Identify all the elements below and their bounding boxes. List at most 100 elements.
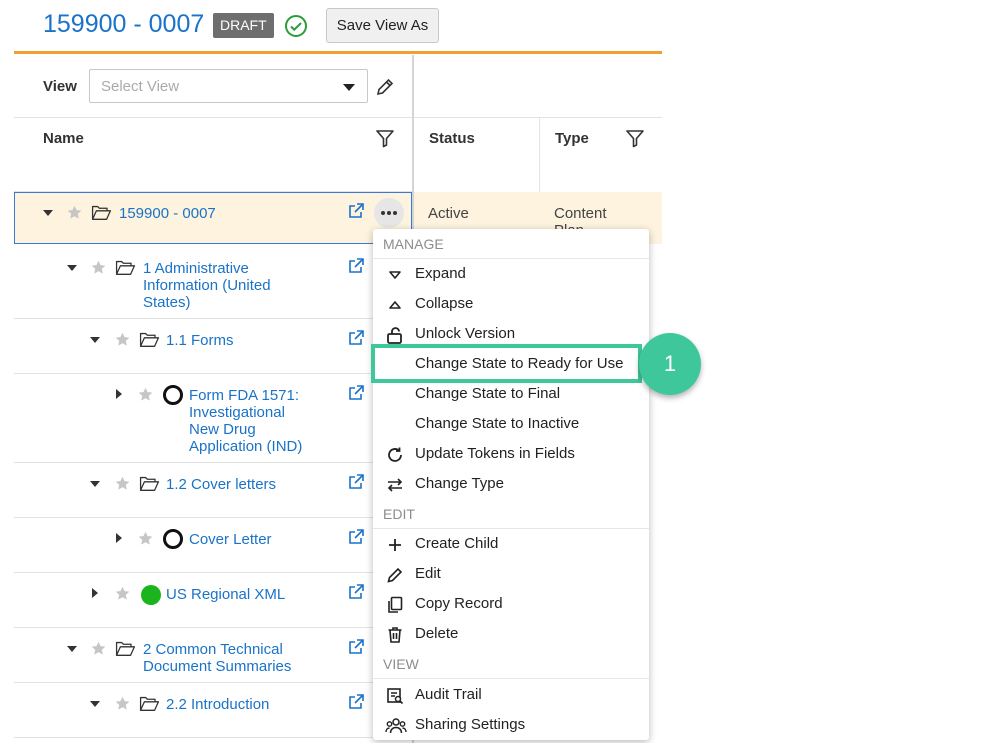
filter-icon[interactable]	[374, 127, 396, 149]
tree-node-label[interactable]: 159900 - 0007	[119, 205, 216, 222]
expand-toggle-icon[interactable]	[116, 389, 122, 399]
divider	[14, 682, 374, 683]
column-header-status[interactable]: Status	[429, 130, 475, 147]
document-status-icon	[141, 585, 161, 605]
pencil-icon	[387, 567, 403, 583]
folder-open-icon	[139, 332, 160, 347]
save-view-as-button[interactable]: Save View As	[326, 8, 439, 43]
divider	[14, 572, 374, 573]
menu-item-label: Audit Trail	[415, 686, 482, 703]
view-select-placeholder: Select View	[101, 78, 180, 95]
expand-icon	[389, 271, 401, 279]
menu-item-sharing-settings[interactable]: Sharing Settings	[373, 710, 649, 740]
expand-toggle-icon[interactable]	[92, 588, 98, 598]
menu-item-collapse[interactable]: Collapse	[373, 289, 649, 319]
divider	[14, 117, 412, 118]
collapse-toggle-icon[interactable]	[67, 265, 77, 271]
column-header-name[interactable]: Name	[43, 130, 84, 147]
star-icon[interactable]	[90, 640, 107, 657]
document-status-icon	[163, 385, 183, 405]
menu-item-label: Copy Record	[415, 595, 503, 612]
more-options-button[interactable]	[374, 198, 404, 228]
open-external-icon[interactable]	[347, 202, 365, 220]
star-icon[interactable]	[114, 585, 131, 602]
refresh-icon	[388, 447, 402, 462]
menu-item-update-tokens[interactable]: Update Tokens in Fields	[373, 439, 649, 469]
star-icon[interactable]	[137, 386, 154, 403]
filter-icon[interactable]	[624, 127, 646, 149]
trash-icon	[388, 627, 402, 643]
star-icon[interactable]	[90, 259, 107, 276]
menu-item-expand[interactable]: Expand	[373, 259, 649, 289]
check-circle-icon	[285, 15, 307, 37]
tree-node-label[interactable]: US Regional XML	[166, 586, 285, 603]
collapse-toggle-icon[interactable]	[90, 701, 100, 707]
expand-toggle-icon[interactable]	[116, 533, 122, 543]
menu-section-view: VIEW	[383, 656, 419, 672]
open-external-icon[interactable]	[347, 473, 365, 491]
open-external-icon[interactable]	[347, 528, 365, 546]
menu-section-edit: EDIT	[383, 506, 415, 522]
menu-item-audit-trail[interactable]: Audit Trail	[373, 680, 649, 710]
open-external-icon[interactable]	[347, 257, 365, 275]
unlock-icon	[387, 327, 402, 344]
collapse-toggle-icon[interactable]	[67, 646, 77, 652]
menu-item-copy-record[interactable]: Copy Record	[373, 589, 649, 619]
folder-open-icon	[139, 696, 160, 711]
audit-icon	[387, 688, 404, 705]
star-icon[interactable]	[66, 204, 83, 221]
tree-node-label[interactable]: Form FDA 1571: Investigational New Drug …	[189, 387, 319, 455]
open-external-icon[interactable]	[347, 583, 365, 601]
collapse-toggle-icon[interactable]	[43, 210, 53, 216]
column-header-type[interactable]: Type	[555, 130, 589, 147]
menu-item-change-state-inactive[interactable]: Change State to Inactive	[373, 409, 649, 439]
menu-item-label: Create Child	[415, 535, 499, 552]
star-icon[interactable]	[114, 475, 131, 492]
tree-node-label[interactable]: 1 Administrative Information (United Sta…	[143, 260, 293, 311]
divider	[14, 517, 374, 518]
document-status-icon	[163, 529, 183, 549]
menu-section-manage: MANAGE	[383, 236, 444, 252]
open-external-icon[interactable]	[347, 329, 365, 347]
menu-item-label: Unlock Version	[415, 325, 516, 342]
star-icon[interactable]	[114, 331, 131, 348]
menu-item-change-state-final[interactable]: Change State to Final	[373, 379, 649, 409]
collapse-toggle-icon[interactable]	[90, 481, 100, 487]
divider	[14, 737, 374, 738]
copy-icon	[388, 596, 403, 613]
users-icon	[385, 718, 407, 734]
draft-badge: DRAFT	[213, 13, 274, 38]
pencil-icon[interactable]	[374, 76, 396, 98]
menu-item-label: Update Tokens in Fields	[415, 445, 575, 462]
context-menu: MANAGE Expand Collapse Unlock Version Ch…	[373, 229, 649, 740]
menu-item-label: Delete	[415, 625, 459, 642]
divider	[14, 373, 374, 374]
open-external-icon[interactable]	[347, 693, 365, 711]
tree-node-label[interactable]: 2 Common Technical Document Summaries	[143, 641, 303, 675]
highlight-box	[371, 344, 642, 383]
tree-node-label[interactable]: 1.1 Forms	[166, 332, 234, 349]
menu-item-create-child[interactable]: Create Child	[373, 529, 649, 559]
open-external-icon[interactable]	[347, 638, 365, 656]
menu-item-delete[interactable]: Delete	[373, 619, 649, 649]
header-accent-line	[14, 51, 662, 54]
menu-item-label: Edit	[415, 565, 441, 582]
menu-item-label: Change Type	[415, 475, 504, 492]
folder-open-icon	[115, 641, 136, 656]
menu-item-edit[interactable]: Edit	[373, 559, 649, 589]
tree-node-label[interactable]: Cover Letter	[189, 531, 272, 548]
view-label: View	[43, 78, 77, 95]
folder-open-icon	[139, 476, 160, 491]
star-icon[interactable]	[114, 695, 131, 712]
menu-item-change-type[interactable]: Change Type	[373, 469, 649, 499]
collapse-icon	[389, 301, 401, 309]
view-select[interactable]: Select View	[89, 69, 368, 103]
collapse-toggle-icon[interactable]	[90, 337, 100, 343]
menu-divider	[373, 678, 649, 679]
tree-node-label[interactable]: 1.2 Cover letters	[166, 476, 276, 493]
tree-node-label[interactable]: 2.2 Introduction	[166, 696, 269, 713]
divider	[14, 462, 374, 463]
star-icon[interactable]	[137, 530, 154, 547]
open-external-icon[interactable]	[347, 384, 365, 402]
plus-icon	[389, 539, 401, 551]
